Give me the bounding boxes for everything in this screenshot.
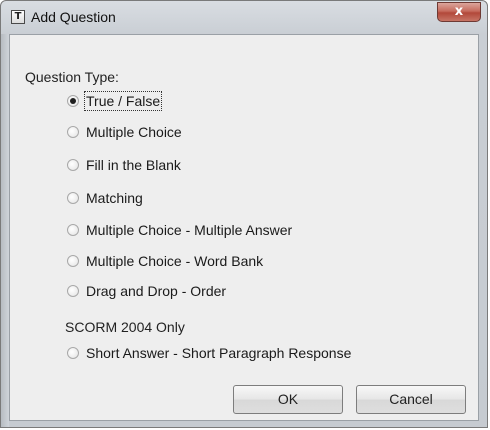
radio-short-answer[interactable]: Short Answer - Short Paragraph Response [67, 342, 351, 364]
radio-button-icon[interactable] [67, 126, 79, 138]
radio-drag-and-drop-order[interactable]: Drag and Drop - Order [67, 280, 226, 302]
radio-label: True / False [83, 91, 163, 111]
radio-label: Multiple Choice [86, 124, 182, 140]
radio-button-icon[interactable] [67, 192, 79, 204]
radio-true-false[interactable]: True / False [67, 90, 163, 112]
radio-fill-in-the-blank[interactable]: Fill in the Blank [67, 154, 181, 176]
radio-label: Multiple Choice - Word Bank [86, 253, 264, 269]
window-title: Add Question [31, 9, 116, 25]
radio-multiple-choice-word-bank[interactable]: Multiple Choice - Word Bank [67, 250, 263, 272]
radio-button-icon[interactable] [67, 95, 79, 107]
radio-label: Matching [86, 190, 143, 206]
radio-multiple-choice-multiple-answer[interactable]: Multiple Choice - Multiple Answer [67, 219, 292, 241]
radio-label: Drag and Drop - Order [86, 283, 227, 299]
radio-button-icon[interactable] [67, 285, 79, 297]
cancel-button[interactable]: Cancel [356, 385, 466, 414]
radio-matching[interactable]: Matching [67, 187, 143, 209]
ok-button[interactable]: OK [233, 385, 343, 414]
add-question-dialog: T Add Question x Question Type: True / F… [0, 0, 488, 428]
close-button[interactable]: x [437, 2, 481, 22]
close-icon: x [454, 4, 464, 19]
scorm-2004-label: SCORM 2004 Only [65, 319, 185, 335]
radio-button-icon[interactable] [67, 159, 79, 171]
radio-label: Fill in the Blank [86, 157, 181, 173]
question-type-label: Question Type: [25, 69, 119, 85]
radio-button-icon[interactable] [67, 255, 79, 267]
title-bar[interactable]: T Add Question x [1, 1, 487, 33]
question-doc-icon: T [11, 10, 25, 24]
window-frame-left [1, 34, 9, 427]
radio-multiple-choice[interactable]: Multiple Choice [67, 121, 182, 143]
radio-button-icon[interactable] [67, 347, 79, 359]
radio-label: Short Answer - Short Paragraph Response [86, 345, 352, 361]
radio-button-icon[interactable] [67, 224, 79, 236]
radio-label: Multiple Choice - Multiple Answer [86, 222, 293, 238]
